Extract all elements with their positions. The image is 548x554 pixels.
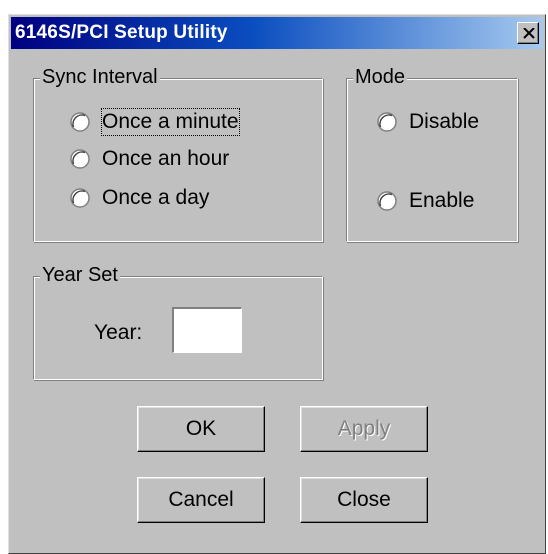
sync-interval-group: Sync Interval Once a minute Once an hour… [33, 65, 323, 242]
year-set-group: Year Set Year: [33, 263, 323, 380]
year-input[interactable] [172, 307, 242, 353]
radio-label-enable: Enable [409, 189, 475, 212]
year-label: Year: [94, 321, 143, 344]
setup-utility-dialog: 6146S/PCI Setup Utility Sync Interval On… [8, 14, 546, 554]
radio-disable[interactable]: Disable [377, 109, 512, 137]
close-button[interactable]: Close [300, 477, 428, 523]
apply-button[interactable]: Apply [300, 406, 428, 452]
radio-button-icon[interactable] [70, 149, 90, 169]
radio-button-icon[interactable] [377, 191, 397, 211]
year-set-legend: Year Set [40, 263, 120, 287]
sync-interval-legend: Sync Interval [40, 65, 160, 89]
radio-label-once-a-day: Once a day [102, 186, 210, 209]
radio-button-icon[interactable] [377, 112, 397, 132]
radio-button-icon[interactable] [70, 188, 90, 208]
cancel-button[interactable]: Cancel [137, 477, 265, 523]
radio-once-an-hour[interactable]: Once an hour [70, 146, 310, 174]
radio-enable[interactable]: Enable [377, 188, 512, 216]
radio-label-disable: Disable [409, 110, 480, 133]
ok-button[interactable]: OK [137, 406, 265, 452]
radio-once-a-day[interactable]: Once a day [70, 185, 310, 213]
title-bar[interactable]: 6146S/PCI Setup Utility [11, 17, 543, 49]
close-window-button[interactable] [517, 22, 539, 44]
mode-legend: Mode [353, 65, 408, 89]
close-icon [523, 28, 535, 39]
mode-group: Mode Disable Enable [346, 65, 518, 242]
radio-label-once-a-minute: Once a minute [101, 108, 240, 136]
radio-button-icon[interactable] [70, 112, 90, 132]
radio-label-once-an-hour: Once an hour [102, 147, 230, 170]
window-title: 6146S/PCI Setup Utility [15, 22, 228, 43]
radio-once-a-minute[interactable]: Once a minute [70, 108, 310, 137]
